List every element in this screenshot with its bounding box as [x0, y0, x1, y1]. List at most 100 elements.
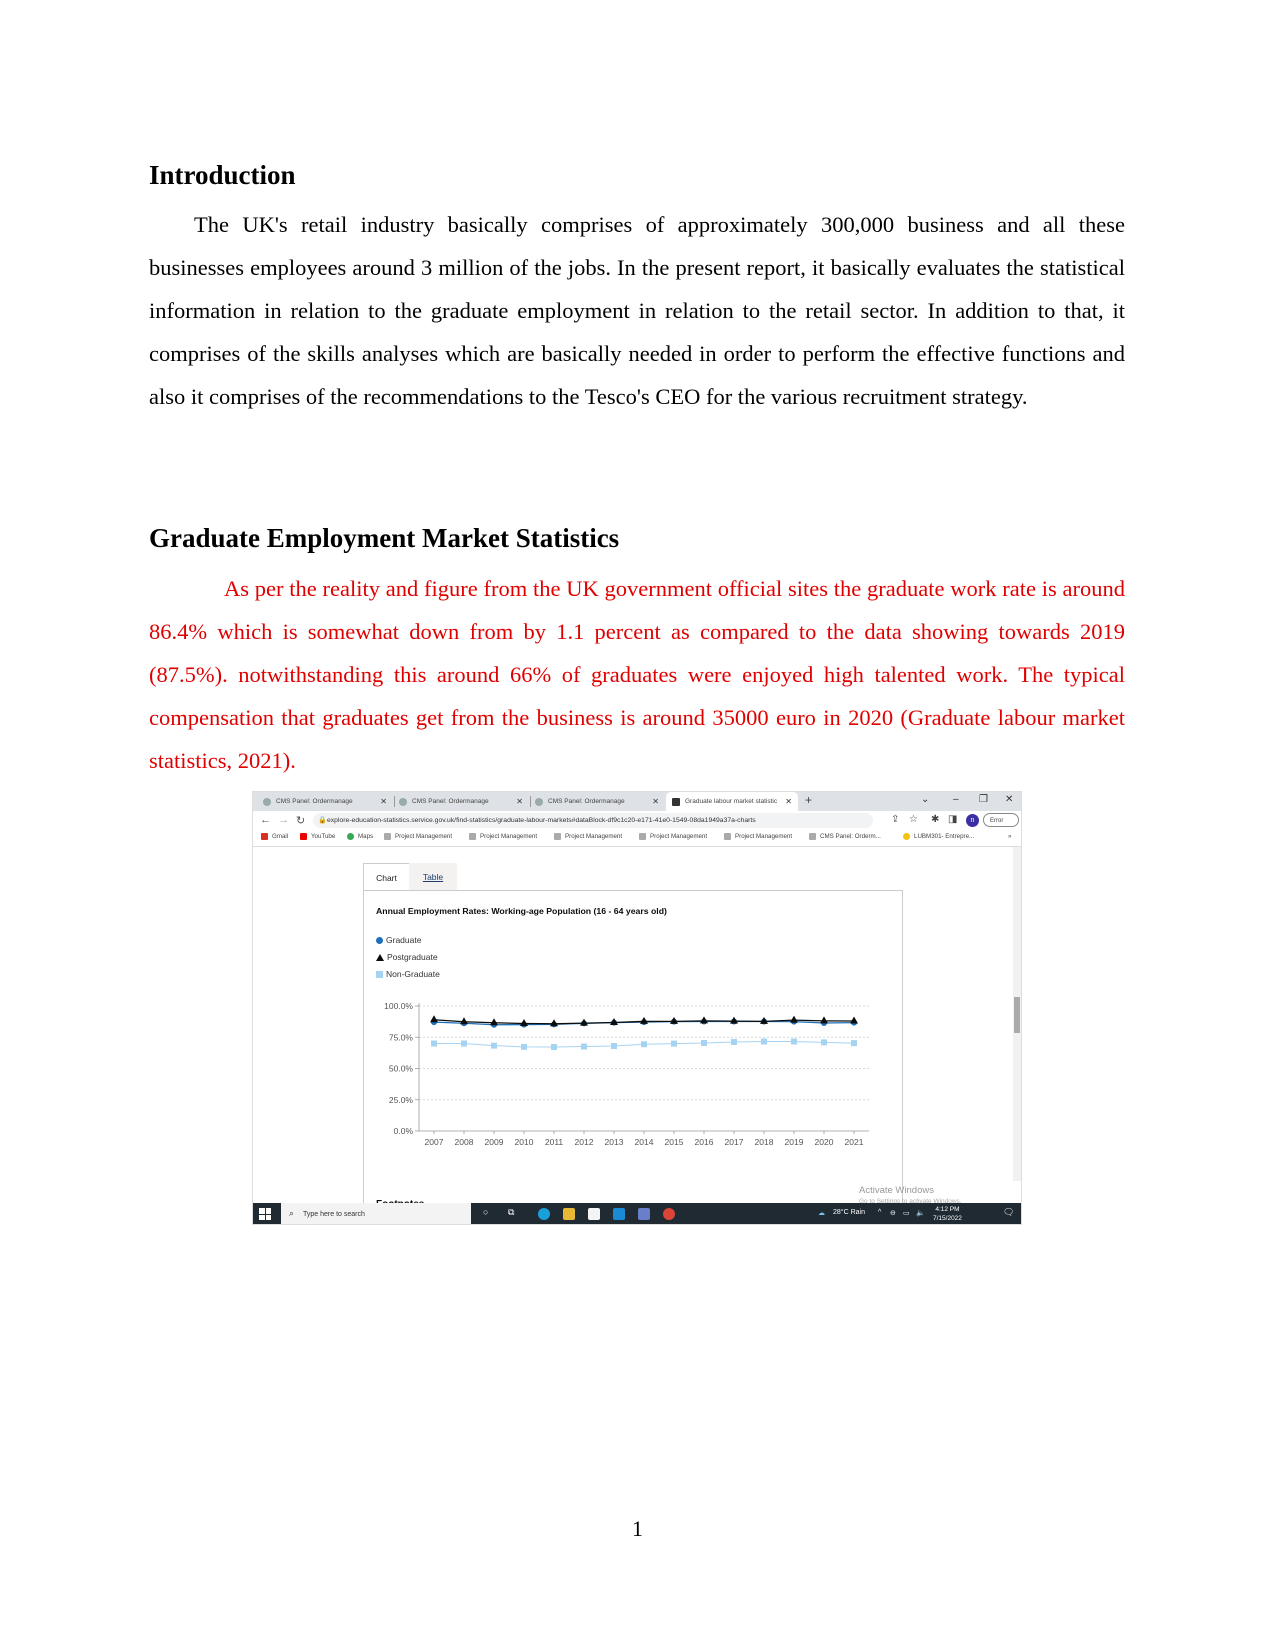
x-tick-label: 2015 — [665, 1137, 684, 1147]
taskbar-search-input[interactable]: ⌕ Type here to search — [281, 1203, 471, 1224]
browser-tab[interactable]: CMS Panel: Ordermanage ✕ — [399, 792, 529, 811]
taskbar-clock[interactable]: 4:12 PM 7/15/2022 — [933, 1205, 962, 1223]
bookmark-star-icon[interactable]: ☆ — [909, 814, 918, 825]
browser-tab[interactable]: CMS Panel: Ordermanage ✕ — [263, 792, 393, 811]
tab-label: CMS Panel: Ordermanage — [412, 798, 489, 805]
bookmark-project-management[interactable]: Project Management — [639, 833, 707, 840]
y-tick-label: 50.0% — [389, 1064, 414, 1074]
lock-icon: 🔒 — [318, 817, 327, 824]
close-tab-icon[interactable]: ✕ — [380, 797, 387, 806]
stats-paragraph: As per the reality and figure from the U… — [149, 576, 1125, 773]
browser-tab[interactable]: CMS Panel: Ordermanage ✕ — [535, 792, 665, 811]
site-icon — [554, 833, 561, 840]
network-icon[interactable]: ⊖ — [890, 1209, 896, 1217]
x-tick-label: 2018 — [755, 1137, 774, 1147]
cortana-icon[interactable]: ○ — [483, 1207, 488, 1217]
windows-start-icon[interactable] — [259, 1208, 271, 1220]
x-tick-label: 2014 — [635, 1137, 654, 1147]
y-tick-label: 25.0% — [389, 1095, 414, 1105]
error-button[interactable]: Error — [983, 813, 1019, 827]
volume-icon[interactable]: 🔈 — [916, 1209, 925, 1217]
bookmarks-overflow-button[interactable]: » — [1008, 833, 1011, 840]
x-tick-label: 2007 — [425, 1137, 444, 1147]
data-point-postgraduate — [670, 1016, 678, 1024]
scrollbar-thumb[interactable] — [1014, 997, 1020, 1033]
site-icon — [469, 833, 476, 840]
data-point-non-graduate — [521, 1043, 527, 1050]
task-view-icon[interactable]: ⧉ — [508, 1207, 514, 1218]
forward-icon[interactable]: → — [278, 814, 289, 826]
bookmark-project-management[interactable]: Project Management — [724, 833, 792, 840]
show-hidden-icons[interactable]: ^ — [878, 1209, 881, 1216]
close-tab-icon[interactable]: ✕ — [652, 797, 659, 806]
data-point-non-graduate — [671, 1040, 677, 1047]
cms-favicon-icon — [263, 797, 271, 806]
x-tick-label: 2012 — [575, 1137, 594, 1147]
tab-chart[interactable]: Chart — [363, 863, 410, 891]
bookmark-project-management[interactable]: Project Management — [469, 833, 537, 840]
data-point-postgraduate — [640, 1016, 648, 1024]
clock-time: 4:12 PM — [935, 1206, 960, 1213]
bookmark-maps[interactable]: Maps — [347, 833, 373, 840]
bookmarks-bar: Gmail YouTube Maps Project Management Pr… — [253, 831, 1021, 847]
document-page: Introduction The UK's retail industry ba… — [0, 0, 1275, 1650]
data-point-non-graduate — [791, 1038, 797, 1045]
share-icon[interactable]: ⇪ — [891, 814, 899, 825]
data-point-postgraduate — [490, 1018, 498, 1026]
close-tab-icon[interactable]: ✕ — [785, 797, 792, 806]
restore-icon[interactable]: ❐ — [979, 794, 988, 805]
site-icon — [903, 833, 910, 840]
data-point-postgraduate — [850, 1016, 858, 1024]
close-window-icon[interactable]: ✕ — [1005, 794, 1013, 805]
data-point-postgraduate — [820, 1016, 828, 1024]
bookmark-youtube[interactable]: YouTube — [300, 833, 335, 840]
battery-icon[interactable]: ▭ — [903, 1209, 910, 1217]
minimize-icon[interactable]: – — [953, 794, 959, 805]
bookmark-gmail[interactable]: Gmail — [261, 833, 288, 840]
page-scrollbar[interactable] — [1013, 847, 1021, 1181]
bookmark-cms-panel[interactable]: CMS Panel: Orderm... — [809, 833, 881, 840]
extensions-icon[interactable]: ✱ — [931, 814, 939, 825]
weather-icon: ☁ — [818, 1210, 825, 1217]
x-tick-label: 2021 — [845, 1137, 864, 1147]
tab-search-chevron-icon[interactable]: ⌄ — [921, 794, 929, 805]
data-point-non-graduate — [641, 1041, 647, 1048]
chrome-icon[interactable] — [663, 1208, 675, 1220]
data-point-postgraduate — [430, 1015, 438, 1023]
edge-icon[interactable] — [538, 1208, 550, 1220]
file-explorer-icon[interactable] — [563, 1208, 575, 1220]
side-panel-icon[interactable]: ◨ — [948, 814, 957, 825]
tab-divider — [530, 796, 531, 807]
data-point-postgraduate — [460, 1017, 468, 1025]
word-icon[interactable] — [638, 1208, 650, 1220]
data-point-non-graduate — [821, 1039, 827, 1046]
back-icon[interactable]: ← — [260, 814, 271, 826]
data-point-postgraduate — [550, 1019, 558, 1027]
clock-date: 7/15/2022 — [933, 1215, 962, 1222]
gmail-icon — [261, 833, 268, 840]
new-tab-button[interactable]: + — [805, 793, 812, 807]
x-tick-label: 2010 — [515, 1137, 534, 1147]
bookmark-lubm301[interactable]: LUBM301- Entrepre... — [903, 833, 974, 840]
intro-heading: Introduction — [149, 160, 296, 190]
browser-tab-active[interactable]: Graduate labour market statistic ✕ — [666, 792, 798, 811]
data-point-non-graduate — [731, 1039, 737, 1045]
data-point-non-graduate — [581, 1043, 587, 1050]
notifications-icon[interactable]: 🗨 — [1003, 1207, 1014, 1218]
bookmark-project-management[interactable]: Project Management — [554, 833, 622, 840]
y-tick-label: 0.0% — [394, 1126, 414, 1136]
tab-table[interactable]: Table — [409, 863, 457, 890]
store-icon[interactable] — [588, 1208, 600, 1220]
site-icon — [809, 833, 816, 840]
bookmark-project-management[interactable]: Project Management — [384, 833, 452, 840]
page-content: Chart Table Annual Employment Rates: Wor… — [253, 847, 1021, 1210]
data-point-non-graduate — [431, 1040, 437, 1047]
profile-avatar[interactable]: n — [966, 814, 979, 827]
url-input[interactable]: 🔒 explore-education-statistics.service.g… — [313, 813, 873, 828]
data-point-postgraduate — [610, 1018, 618, 1025]
reload-icon[interactable]: ↻ — [296, 814, 305, 827]
close-tab-icon[interactable]: ✕ — [516, 797, 523, 806]
mail-icon[interactable] — [613, 1208, 625, 1220]
data-point-postgraduate — [760, 1016, 768, 1024]
search-icon: ⌕ — [289, 1208, 295, 1218]
